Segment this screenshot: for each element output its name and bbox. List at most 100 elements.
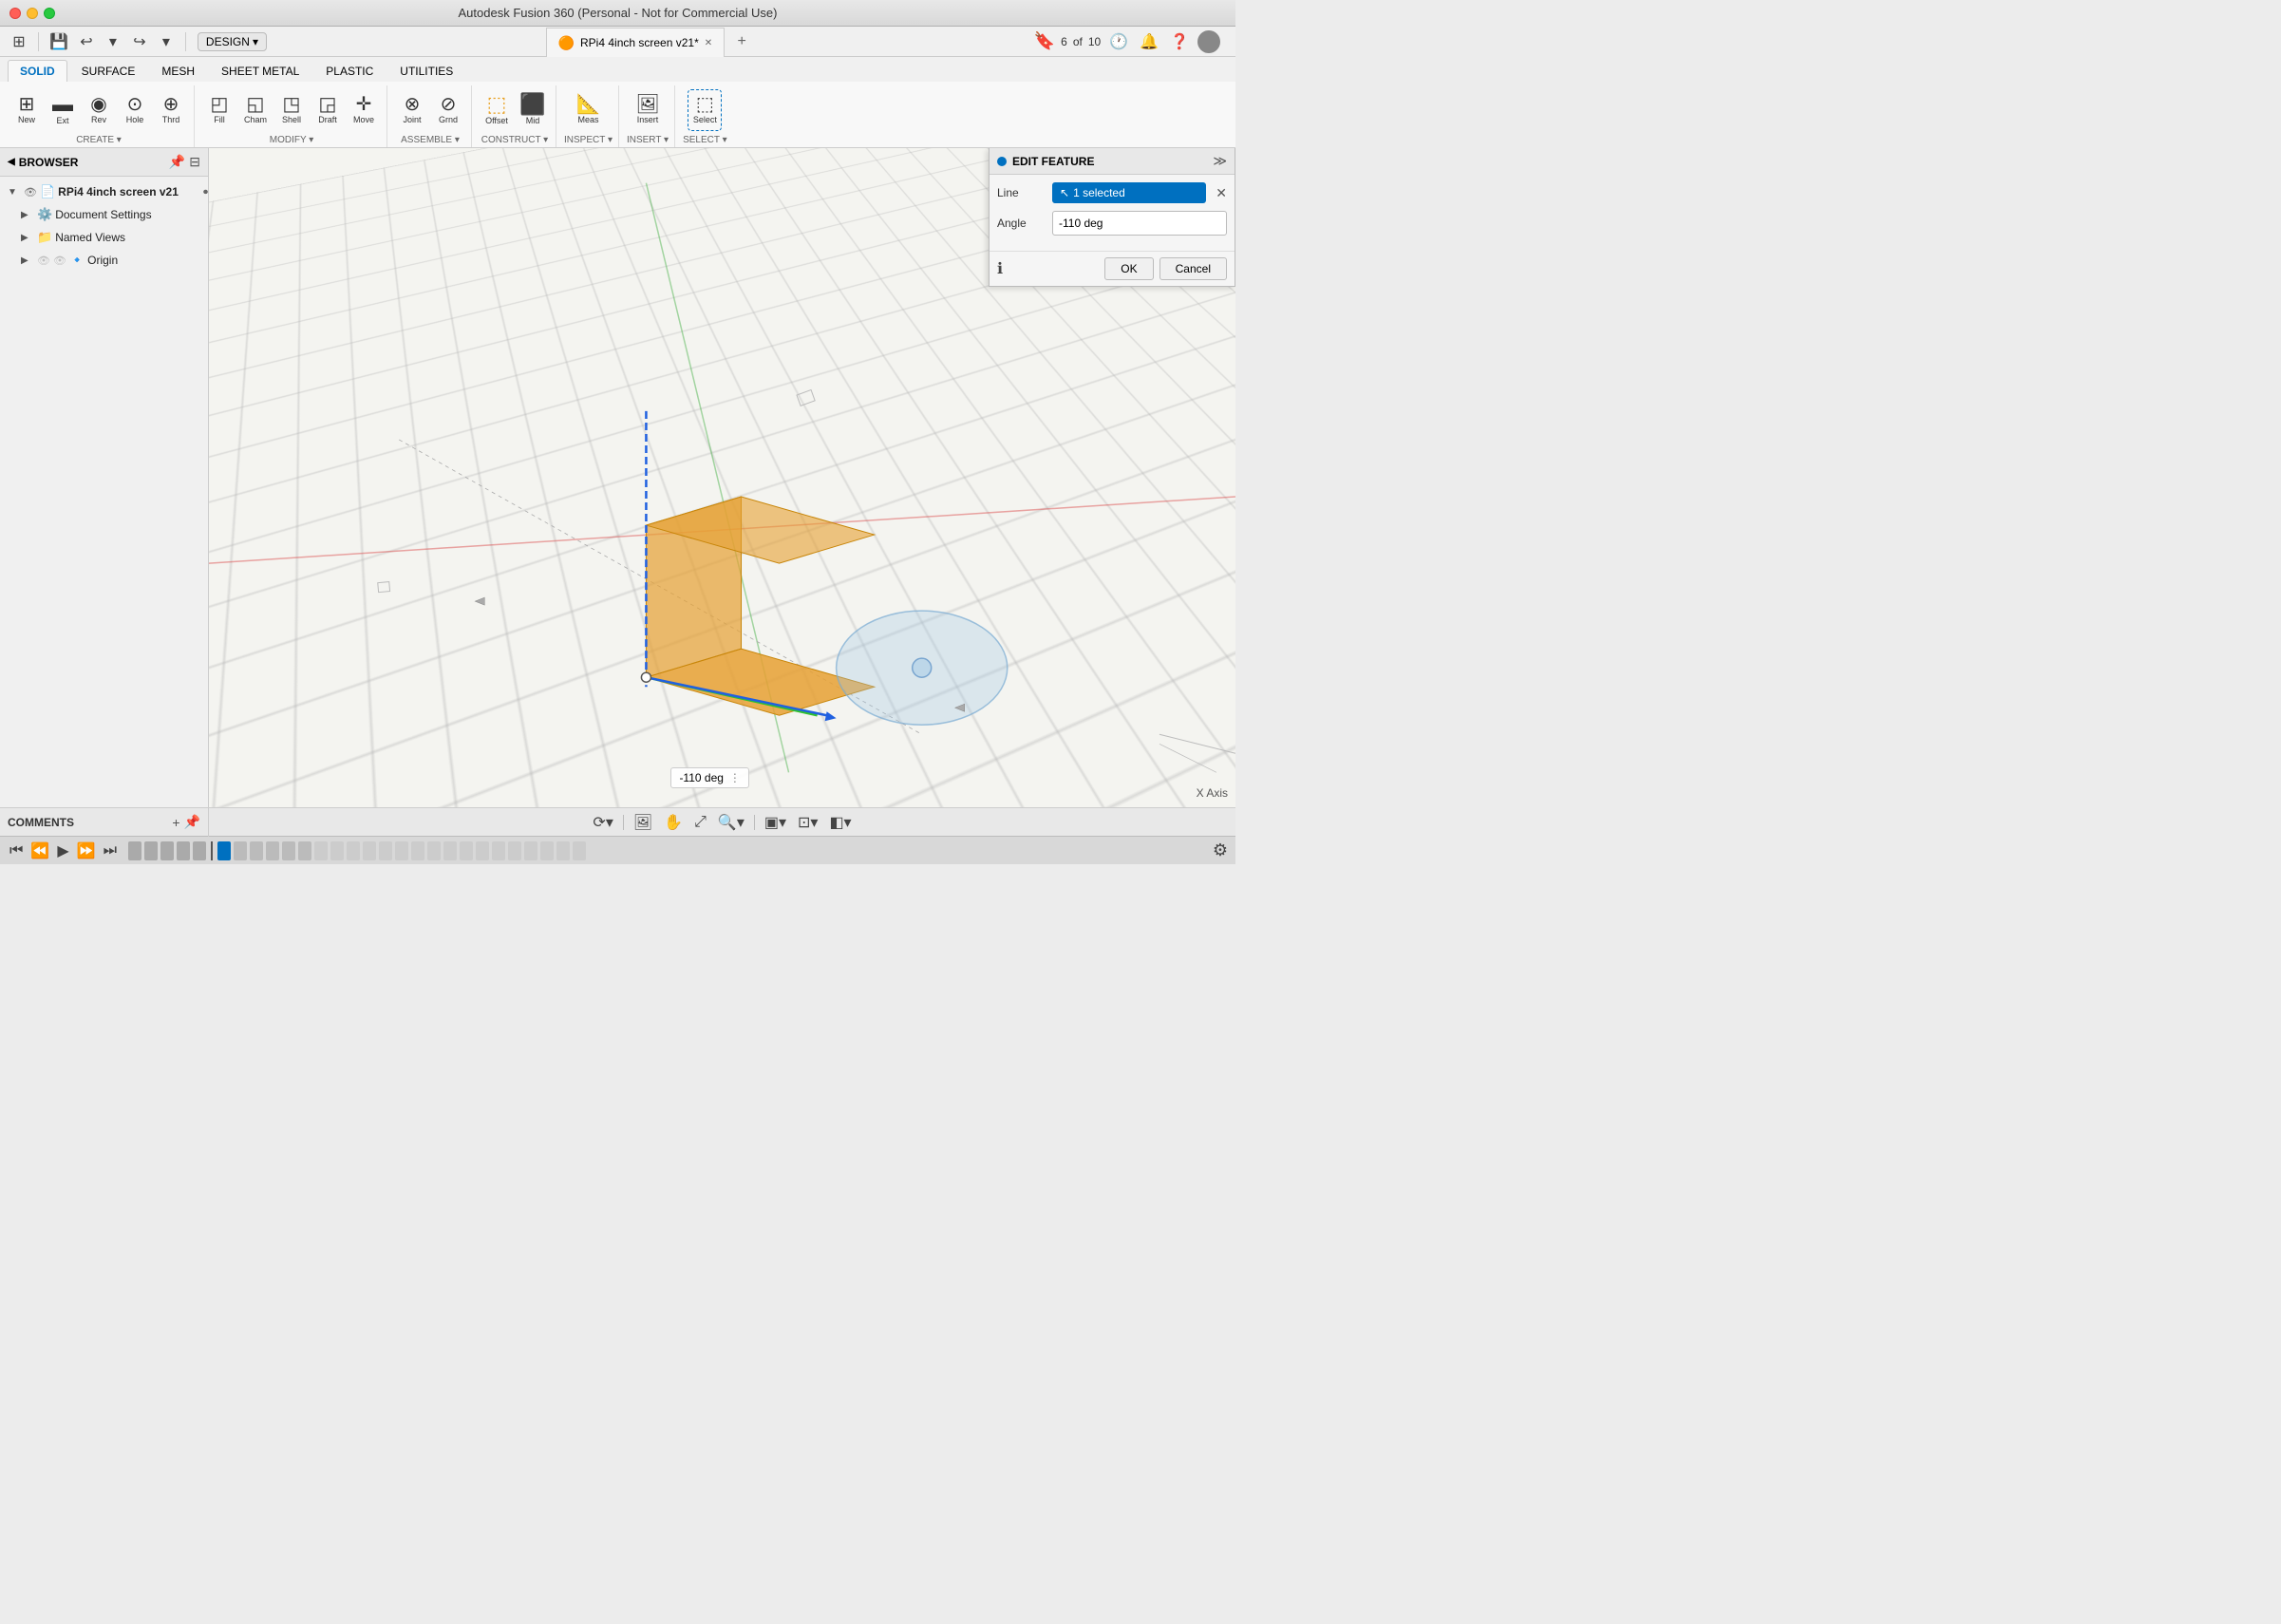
tree-item-named-views[interactable]: ▶ 📁 Named Views xyxy=(0,226,208,249)
move-button[interactable]: ✛Move xyxy=(347,89,381,131)
timeline-marker[interactable] xyxy=(193,841,206,860)
timeline-marker[interactable] xyxy=(144,841,158,860)
timeline-marker[interactable] xyxy=(298,841,311,860)
expand-named-views-icon[interactable]: ▶ xyxy=(21,233,34,243)
expand-origin-icon[interactable]: ▶ xyxy=(21,255,34,266)
timeline-marker[interactable] xyxy=(427,841,441,860)
ground-button[interactable]: ⊘Grnd xyxy=(431,89,465,131)
expand-doc-settings-icon[interactable]: ▶ xyxy=(21,210,34,220)
thread-button[interactable]: ⊕Thrd xyxy=(154,89,188,131)
notifications-button[interactable]: 🔔 xyxy=(1137,30,1161,53)
timeline-marker[interactable] xyxy=(573,841,586,860)
undo-button[interactable]: ↩ xyxy=(75,30,98,53)
ef-info-button[interactable]: ℹ xyxy=(997,259,1003,278)
hole-button[interactable]: ⊙Hole xyxy=(118,89,152,131)
timeline-play-button[interactable]: ▶ xyxy=(55,841,70,860)
document-tab[interactable]: 🟠 RPi4 4inch screen v21* ✕ xyxy=(546,28,726,57)
timeline-marker[interactable] xyxy=(492,841,505,860)
timeline-marker[interactable] xyxy=(282,841,295,860)
history-button[interactable]: 🕐 xyxy=(1106,30,1131,53)
edit-feature-expand-button[interactable]: ≫ xyxy=(1213,153,1227,169)
assemble-group-label[interactable]: ASSEMBLE ▾ xyxy=(401,135,460,147)
timeline-marker[interactable] xyxy=(540,841,554,860)
draft-button[interactable]: ◲Draft xyxy=(311,89,345,131)
pan-button[interactable]: ✋ xyxy=(660,811,687,834)
tab-solid[interactable]: SOLID xyxy=(8,60,67,82)
new-tab-button[interactable]: + xyxy=(728,27,755,56)
visibility-origin2-icon[interactable]: 👁 xyxy=(53,255,66,267)
insert-image-button[interactable]: 🖼Insert xyxy=(631,89,665,131)
shell-button[interactable]: ◳Shell xyxy=(274,89,309,131)
user-avatar[interactable] xyxy=(1197,30,1220,53)
timeline-rewind-button[interactable]: ⏮ xyxy=(8,842,25,859)
tree-item-doc-settings[interactable]: ▶ ⚙️ Document Settings xyxy=(0,203,208,226)
angle-options-icon[interactable]: ⋮ xyxy=(729,771,741,784)
select-group-label[interactable]: SELECT ▾ xyxy=(683,135,727,147)
timeline-marker[interactable] xyxy=(347,841,360,860)
redo-button[interactable]: ↪ xyxy=(128,30,151,53)
maximize-window-button[interactable] xyxy=(44,8,55,19)
timeline-marker[interactable] xyxy=(524,841,537,860)
viewport[interactable]: -110 deg ⋮ X Axis Z FRONT RIGHT X xyxy=(209,148,1235,807)
minimize-window-button[interactable] xyxy=(27,8,38,19)
timeline-prev-button[interactable]: ⏪ xyxy=(28,841,51,860)
timeline-marker[interactable] xyxy=(128,841,141,860)
save-button[interactable]: 💾 xyxy=(47,30,71,53)
timeline-marker[interactable] xyxy=(363,841,376,860)
orbit-button[interactable]: ⟳▾ xyxy=(589,811,616,834)
extrude-button[interactable]: ▬Ext xyxy=(46,89,80,131)
timeline-marker-active[interactable] xyxy=(217,841,231,860)
comments-add-button[interactable]: + xyxy=(172,814,179,830)
offset-plane-button[interactable]: ⬚Offset xyxy=(480,89,514,131)
grid-icon[interactable]: ⊞ xyxy=(8,30,30,53)
ef-cancel-button[interactable]: Cancel xyxy=(1159,257,1227,280)
timeline-marker[interactable] xyxy=(443,841,457,860)
timeline-end-button[interactable]: ⏭ xyxy=(102,842,119,859)
close-window-button[interactable] xyxy=(9,8,21,19)
tab-close-button[interactable]: ✕ xyxy=(705,38,712,48)
tab-surface[interactable]: SURFACE xyxy=(69,60,148,82)
visual-style-button[interactable]: ◧▾ xyxy=(825,811,855,834)
timeline-marker[interactable] xyxy=(330,841,344,860)
joint-button[interactable]: ⊗Joint xyxy=(395,89,429,131)
tab-utilities[interactable]: UTILITIES xyxy=(387,60,465,82)
tab-plastic[interactable]: PLASTIC xyxy=(313,60,386,82)
timeline-next-button[interactable]: ⏩ xyxy=(75,841,98,860)
tab-mesh[interactable]: MESH xyxy=(149,60,207,82)
timeline-marker[interactable] xyxy=(556,841,570,860)
tree-item-root[interactable]: ▼ 👁 📄 RPi4 4inch screen v21 ⏺ xyxy=(0,180,208,203)
zoom-button[interactable]: 🔍▾ xyxy=(714,811,748,834)
insert-group-label[interactable]: INSERT ▾ xyxy=(627,135,669,147)
modify-group-label[interactable]: MODIFY ▾ xyxy=(270,135,314,147)
timeline-marker[interactable] xyxy=(508,841,521,860)
help-button[interactable]: ❓ xyxy=(1167,30,1192,53)
timeline-marker[interactable] xyxy=(314,841,328,860)
select-button[interactable]: ⬚Select xyxy=(688,89,722,131)
grid-toggle-button[interactable]: ⊡▾ xyxy=(794,811,821,834)
visibility-root-icon[interactable]: 👁 xyxy=(24,186,37,198)
timeline-marker[interactable] xyxy=(395,841,408,860)
timeline-marker[interactable] xyxy=(460,841,473,860)
browser-pin-button[interactable]: 📌 xyxy=(169,154,185,170)
tree-item-origin[interactable]: ▶ 👁 👁 🔹 Origin xyxy=(0,249,208,272)
expand-root-icon[interactable]: ▼ xyxy=(8,187,21,198)
timeline-marker[interactable] xyxy=(379,841,392,860)
visibility-origin-icon[interactable]: 👁 xyxy=(37,255,50,267)
create-group-label[interactable]: CREATE ▾ xyxy=(76,135,122,147)
timeline-marker[interactable] xyxy=(160,841,174,860)
tab-sheet-metal[interactable]: SHEET METAL xyxy=(209,60,311,82)
comments-pin-button[interactable]: 📌 xyxy=(184,814,200,830)
timeline-marker[interactable] xyxy=(476,841,489,860)
timeline-marker[interactable] xyxy=(411,841,424,860)
timeline-marker[interactable] xyxy=(266,841,279,860)
timeline-settings-button[interactable]: ⚙ xyxy=(1213,840,1228,860)
ef-angle-input[interactable] xyxy=(1052,211,1227,236)
fillet-button[interactable]: ◰Fill xyxy=(202,89,236,131)
inspect-group-label[interactable]: INSPECT ▾ xyxy=(564,135,613,147)
browser-collapse-icon[interactable]: ◀ xyxy=(8,157,15,167)
view-home-button[interactable]: 🖼 xyxy=(630,811,656,834)
display-mode-button[interactable]: ▣▾ xyxy=(761,811,790,834)
ef-ok-button[interactable]: OK xyxy=(1104,257,1153,280)
browser-expand-button[interactable]: ⊟ xyxy=(189,154,200,170)
measure-button[interactable]: 📐Meas xyxy=(571,89,605,131)
